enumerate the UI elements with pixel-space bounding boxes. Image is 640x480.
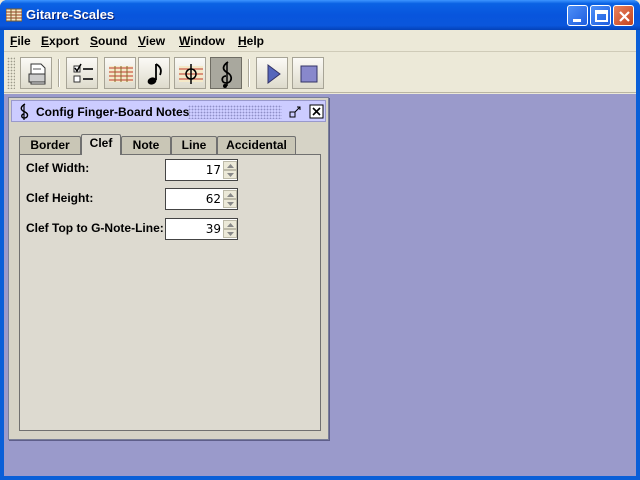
clef-height-input[interactable] — [168, 191, 221, 207]
desktop-pane: Config Finger-Board Notes Border Clef No… — [4, 94, 636, 476]
clef-tab-panel: Clef Width: Clef Height: Clef Top to G-N… — [19, 154, 321, 431]
clef-width-increment[interactable] — [223, 161, 237, 170]
tab-note[interactable]: Note — [121, 136, 171, 154]
clef-height-increment[interactable] — [223, 190, 237, 199]
note-icon — [147, 63, 162, 85]
clef-top-label: Clef Top to G-Note-Line: — [26, 221, 164, 235]
minimize-icon — [573, 19, 581, 22]
stop-icon — [300, 65, 318, 83]
fretboard-grid-icon — [109, 66, 133, 82]
arrow-down-icon — [227, 173, 234, 177]
arrow-down-icon — [227, 232, 234, 236]
maximize-button[interactable] — [590, 5, 611, 26]
maximize-icon — [595, 10, 608, 22]
close-button[interactable] — [613, 5, 634, 26]
toolbar-separator — [58, 59, 60, 87]
play-button[interactable] — [256, 57, 288, 89]
clef-height-decrement[interactable] — [223, 199, 237, 208]
clef-top-increment[interactable] — [223, 220, 237, 229]
clef-width-decrement[interactable] — [223, 170, 237, 179]
clef-height-spinner — [165, 188, 238, 210]
title-bar[interactable]: Gitarre-Scales — [0, 0, 640, 30]
menu-file[interactable]: File — [10, 34, 31, 48]
tab-accidental[interactable]: Accidental — [217, 136, 296, 154]
arrow-up-icon — [227, 164, 234, 168]
print-preview-icon — [28, 63, 46, 85]
fretboard-button[interactable] — [104, 57, 136, 89]
settings-list-button[interactable] — [66, 57, 98, 89]
clef-width-label: Clef Width: — [26, 161, 90, 175]
clef-top-decrement[interactable] — [223, 229, 237, 238]
menu-export[interactable]: Export — [41, 34, 79, 48]
clef-width-input[interactable] — [168, 162, 221, 178]
arrow-down-icon — [227, 202, 234, 206]
arrow-up-icon — [227, 223, 234, 227]
menu-help[interactable]: Help — [238, 34, 264, 48]
note-button[interactable] — [138, 57, 170, 89]
iconify-icon[interactable] — [288, 104, 303, 119]
fretboard-clef-icon — [179, 64, 203, 84]
tab-border[interactable]: Border — [19, 136, 81, 154]
clef-top-input[interactable] — [168, 221, 221, 237]
title-grip — [188, 105, 282, 119]
checklist-icon — [73, 63, 93, 83]
menu-window[interactable]: Window — [179, 34, 225, 48]
minimize-button[interactable] — [567, 5, 588, 26]
clef-width-spinner — [165, 159, 238, 181]
internal-frame-title: Config Finger-Board Notes — [36, 105, 190, 119]
stop-button[interactable] — [292, 57, 324, 89]
clef-top-spinner — [165, 218, 238, 240]
toolbar — [4, 53, 636, 93]
fretboard-clef-button[interactable] — [174, 57, 206, 89]
internal-frame-title-bar[interactable]: Config Finger-Board Notes — [11, 100, 326, 122]
menu-view[interactable]: View — [138, 34, 165, 48]
tab-line[interactable]: Line — [171, 136, 217, 154]
toolbar-separator — [248, 59, 250, 87]
clef-button[interactable] — [210, 57, 242, 89]
menu-bar: File Export Sound View Window Help — [4, 30, 636, 52]
tab-clef[interactable]: Clef — [81, 134, 121, 155]
play-icon — [267, 64, 281, 84]
config-internal-frame: Config Finger-Board Notes Border Clef No… — [8, 97, 329, 440]
app-icon — [6, 8, 22, 22]
close-icon[interactable] — [309, 104, 324, 119]
menu-sound[interactable]: Sound — [90, 34, 127, 48]
window-title: Gitarre-Scales — [26, 7, 115, 22]
client-area: File Export Sound View Window Help Confi… — [4, 30, 636, 476]
toolbar-grip[interactable] — [7, 57, 15, 89]
clef-icon — [221, 61, 233, 88]
clef-icon — [20, 103, 29, 120]
main-window: Gitarre-Scales File Export Sound View Wi… — [0, 0, 640, 480]
close-icon — [619, 11, 630, 22]
clef-height-label: Clef Height: — [26, 191, 94, 205]
arrow-up-icon — [227, 193, 234, 197]
print-preview-button[interactable] — [20, 57, 52, 89]
